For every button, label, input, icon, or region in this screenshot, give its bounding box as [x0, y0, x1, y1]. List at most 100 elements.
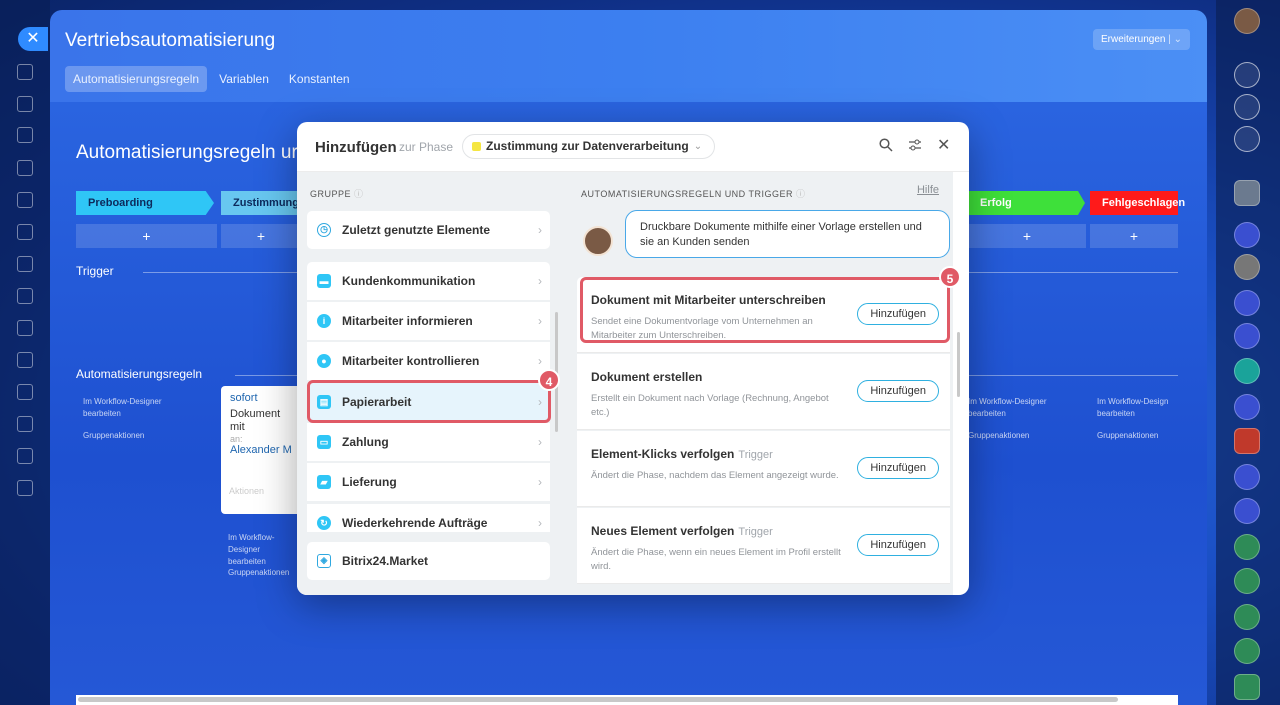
chat-icon: ▬ [317, 274, 331, 288]
card-text: Dokument mit Mitarbeiter unterschreiben [230, 408, 281, 433]
rule-item[interactable]: Element-Klicks verfolgen Trigger Ändert d… [577, 431, 950, 507]
rule-item[interactable]: Dokument erstellen Erstellt ein Dokument… [577, 354, 950, 430]
openline-icon[interactable] [1234, 498, 1260, 524]
avatar[interactable] [1234, 180, 1260, 206]
phase-selector[interactable]: Zustimmung zur Datenverarbeitung ⌄ [462, 134, 716, 159]
sidebar-icon[interactable] [17, 224, 33, 240]
avatar[interactable] [1234, 222, 1260, 248]
phase-label: Zustimmung zur Datenverarbeitung [486, 139, 689, 153]
extensions-button[interactable]: Erweiterungen | ⌄ [1092, 29, 1190, 50]
openline-icon[interactable] [1234, 464, 1260, 490]
horizontal-scrollbar[interactable] [76, 695, 1178, 705]
lock-icon[interactable] [1234, 638, 1260, 664]
search-icon[interactable] [879, 138, 893, 155]
rule-title: Element-Klicks verfolgen [591, 447, 735, 461]
workflow-designer-link[interactable]: Im Workflow-Designer bearbeiten [83, 396, 193, 420]
home-icon[interactable] [17, 64, 33, 80]
chevron-right-icon: › [538, 314, 542, 328]
card-to[interactable]: Alexander Me [230, 444, 292, 456]
group-actions-link[interactable]: Gruppenaktionen [968, 430, 1029, 442]
sidebar-icon[interactable] [17, 480, 33, 496]
group-item-customer-communication[interactable]: ▬ Kundenkommunikation › [307, 262, 550, 300]
stage-zustimmung[interactable]: Zustimmung [221, 191, 301, 215]
group-item-control-employees[interactable]: ● Mitarbeiter kontrollieren › [307, 342, 550, 380]
group-item-label: Zahlung [342, 435, 389, 449]
hint-bubble: Druckbare Dokumente mithilfe einer Vorla… [625, 210, 950, 258]
rule-item[interactable]: Neues Element verfolgen Trigger Ändert di… [577, 508, 950, 584]
add-rule-button[interactable]: Hinzufügen [857, 534, 939, 556]
chevron-right-icon: › [538, 274, 542, 288]
stage-erfolg[interactable]: Erfolg [968, 191, 1085, 215]
group-header-text: GRUPPE [310, 189, 352, 199]
cart-icon[interactable] [17, 384, 33, 400]
scrollbar[interactable] [957, 332, 960, 397]
group-actions-link[interactable]: Gruppenaktionen [228, 567, 298, 579]
checkbox-icon[interactable] [1234, 674, 1260, 700]
add-stage-rule-button[interactable]: + [968, 224, 1086, 248]
highlight-box [580, 277, 950, 343]
scrollbar-thumb[interactable] [78, 697, 1118, 702]
lock-icon[interactable] [1234, 604, 1260, 630]
add-stage-rule-button[interactable]: + [76, 224, 217, 248]
extensions-label: Erweiterungen [1100, 34, 1166, 45]
sidebar-icon[interactable] [17, 320, 33, 336]
bell-icon[interactable] [1234, 62, 1260, 88]
workflow-designer-link[interactable]: Im Workflow-Designer bearbeiten [228, 532, 298, 568]
help-link[interactable]: Hilfe [917, 184, 939, 196]
group-header: GRUPPE ⓘ [310, 187, 364, 200]
group-actions-link[interactable]: Gruppenaktionen [1097, 430, 1158, 442]
stage-failed[interactable]: Fehlgeschlagen [1090, 191, 1185, 215]
close-slider-button[interactable]: ✕ [18, 27, 48, 51]
automation-rule-card[interactable]: sofort Dokument mit Mitarbeiter untersch… [221, 386, 301, 514]
sidebar-icon[interactable] [17, 96, 33, 112]
tab-constants[interactable]: Konstanten [281, 66, 358, 92]
group-item-payment[interactable]: ▭ Zahlung › [307, 423, 550, 461]
sidebar-icon[interactable] [17, 352, 33, 368]
close-icon[interactable]: ✕ [937, 135, 950, 155]
avatar[interactable] [1234, 8, 1260, 34]
add-stage-rule-button[interactable]: + [221, 224, 301, 248]
add-rule-button[interactable]: Hinzufügen [857, 380, 939, 402]
card-when: sofort [230, 392, 258, 404]
add-stage-rule-button[interactable]: + [1090, 224, 1178, 248]
chat-icon[interactable] [1234, 126, 1260, 152]
target-icon[interactable] [1234, 94, 1260, 120]
group-item-market[interactable]: ◈ Bitrix24.Market [307, 542, 550, 580]
sidebar-icon[interactable] [17, 256, 33, 272]
avatar[interactable] [1234, 254, 1260, 280]
help-icon[interactable]: ⓘ [796, 189, 806, 199]
rules-label: Automatisierungsregeln [76, 367, 203, 381]
section-heading: Automatisierungsregeln ur [76, 142, 298, 163]
group-item-delivery[interactable]: ▰ Lieferung › [307, 463, 550, 501]
group-item-recurring-orders[interactable]: ↻ Wiederkehrende Aufträge › [307, 504, 550, 532]
tab-automation-rules[interactable]: Automatisierungsregeln [65, 66, 208, 92]
stage-preboarding[interactable]: Preboarding [76, 191, 214, 215]
lock-icon[interactable] [1234, 568, 1260, 594]
openline-icon[interactable] [1234, 290, 1260, 316]
filter-icon[interactable] [908, 138, 922, 155]
group-actions-link[interactable]: Gruppenaktionen [83, 430, 144, 442]
group-item-recent[interactable]: ◷ Zuletzt genutzte Elemente › [307, 211, 550, 249]
tab-variables[interactable]: Variablen [211, 66, 277, 92]
openline-icon[interactable] [1234, 394, 1260, 420]
workflow-designer-link[interactable]: Im Workflow-Design bearbeiten [1097, 396, 1182, 420]
avatar[interactable] [1234, 358, 1260, 384]
workflow-designer-link[interactable]: Im Workflow-Designer bearbeiten [968, 396, 1058, 420]
sidebar-icon[interactable] [17, 448, 33, 464]
add-rule-button[interactable]: Hinzufügen [857, 457, 939, 479]
sidebar-icon[interactable] [17, 160, 33, 176]
help-icon[interactable]: ⓘ [354, 189, 364, 199]
right-sidebar [1216, 0, 1280, 705]
group-item-label: Bitrix24.Market [342, 554, 429, 568]
sidebar-icon[interactable] [17, 288, 33, 304]
card-actions[interactable]: Aktionen [229, 486, 264, 496]
group-item-label: Mitarbeiter kontrollieren [342, 354, 480, 368]
sidebar-icon[interactable] [17, 192, 33, 208]
left-sidebar: ✕ [0, 0, 50, 705]
openline-icon[interactable] [1234, 323, 1260, 349]
sidebar-icon[interactable] [17, 416, 33, 432]
sidebar-icon[interactable] [17, 127, 33, 143]
lock-icon[interactable] [1234, 534, 1260, 560]
group-item-inform-employees[interactable]: i Mitarbeiter informieren › [307, 302, 550, 340]
checkbox-icon[interactable] [1234, 428, 1260, 454]
